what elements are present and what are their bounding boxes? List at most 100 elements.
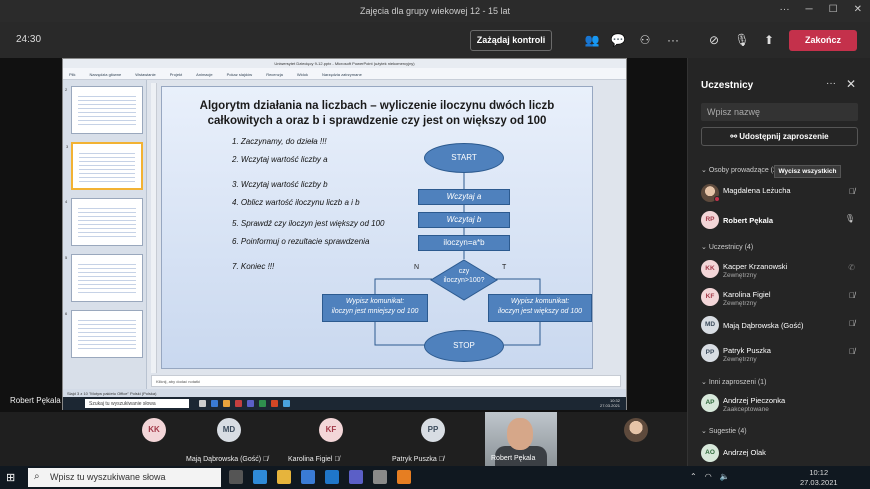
section-label: Osoby prowadzące (2) bbox=[708, 167, 780, 174]
flow-stop: STOP bbox=[424, 330, 504, 362]
slide-thumbnail[interactable]: 2 bbox=[65, 86, 143, 134]
panel-more-icon[interactable]: ··· bbox=[826, 78, 836, 89]
participant-row[interactable]: Magdalena Leżucha 🎙̸ bbox=[701, 182, 861, 206]
section-invited[interactable]: ⌄ Inni zaproszeni (1) bbox=[701, 378, 766, 386]
gallery-name-text: Patryk Puszka bbox=[392, 456, 437, 463]
participant-name: Kacper Krzanowski bbox=[723, 262, 788, 271]
gallery-tile[interactable]: MD Mają Dąbrowska (Gość) 🎙̸ bbox=[186, 414, 286, 464]
more-actions-icon[interactable]: ··· bbox=[665, 32, 681, 48]
mic-on-icon: 🎙 bbox=[844, 214, 855, 223]
mic-off-icon: 🎙̸ bbox=[334, 456, 340, 463]
slide-canvas[interactable]: Algorytm działania na liczbach – wylicze… bbox=[161, 86, 593, 369]
more-icon[interactable]: ··· bbox=[780, 4, 790, 15]
mute-all-button[interactable]: Wycisz wszystkich bbox=[774, 165, 841, 178]
rooms-icon[interactable]: ⚇ bbox=[637, 32, 653, 48]
share-icon[interactable]: ⬆ bbox=[761, 32, 777, 48]
section-participants[interactable]: ⌄ Uczestnicy (4) bbox=[701, 243, 753, 251]
flow-output-less: Wypisz komunikat: iloczyn jest mniejszy … bbox=[322, 294, 428, 322]
participant-row[interactable]: KK Kacper Krzanowski Zewnętrzny ✆ bbox=[701, 258, 861, 282]
participant-row[interactable]: AP Andrzej Pieczonka Zaakceptowane bbox=[701, 392, 861, 416]
participant-row[interactable]: KF Karolina Figiel Zewnętrzny 🎙̸ bbox=[701, 286, 861, 310]
notes-area[interactable]: Kliknij, aby dodać notatki bbox=[151, 375, 621, 387]
gallery-tile[interactable]: KF Karolina Figiel 🎙̸ bbox=[288, 414, 368, 464]
slide-thumbnail[interactable]: 4 bbox=[65, 198, 143, 246]
participant-row[interactable]: AO Andrzej Olak bbox=[701, 442, 861, 466]
ribbon-tab[interactable]: Widok bbox=[297, 72, 308, 79]
chat-icon[interactable]: 💬 bbox=[610, 32, 626, 48]
participant-row[interactable]: MD Mają Dąbrowska (Gość) 🎙̸ bbox=[701, 314, 861, 338]
taskbar-clock[interactable]: 10:12 27.03.2021 bbox=[800, 468, 838, 488]
camera-off-icon[interactable]: ⊘ bbox=[706, 32, 722, 48]
mail-icon[interactable] bbox=[325, 470, 339, 484]
gallery-tile[interactable] bbox=[624, 414, 654, 464]
minimize-icon[interactable]: ─ bbox=[806, 4, 813, 15]
leave-button[interactable]: Zakończ bbox=[789, 30, 857, 51]
presenter-video[interactable]: Robert Pękala bbox=[485, 412, 557, 466]
shared-clock-date: 27.03.2021 bbox=[599, 403, 620, 408]
teams-icon[interactable] bbox=[349, 470, 363, 484]
panel-close-icon[interactable]: ✕ bbox=[846, 77, 856, 91]
app-icon[interactable] bbox=[373, 470, 387, 484]
request-control-button[interactable]: Zażądaj kontroli bbox=[470, 30, 552, 51]
gallery-tile[interactable]: KK bbox=[142, 414, 172, 464]
windows-start-icon[interactable]: ⊞ bbox=[6, 471, 15, 484]
section-suggestions[interactable]: ⌄ Sugestie (4) bbox=[701, 427, 747, 435]
avatar: KK bbox=[701, 260, 719, 278]
app-icon bbox=[283, 400, 290, 407]
gallery-name: Mają Dąbrowska (Gość) 🎙̸ bbox=[186, 456, 268, 463]
video-gallery: KK MD Mają Dąbrowska (Gość) 🎙̸ KF Karoli… bbox=[0, 412, 687, 466]
app-icon bbox=[271, 400, 278, 407]
app-icon bbox=[211, 400, 218, 407]
avatar: PP bbox=[701, 344, 719, 362]
taskbar-search-input[interactable]: ⌕ Wpisz tu wyszukiwane słowa bbox=[28, 468, 221, 487]
task-view-icon[interactable] bbox=[229, 470, 243, 484]
participant-name: Andrzej Pieczonka bbox=[723, 396, 786, 405]
slide-thumbnail[interactable]: 6 bbox=[65, 310, 143, 358]
ribbon-tab[interactable]: Narzędzia główne bbox=[89, 72, 121, 79]
participants-icon[interactable]: 👥 bbox=[584, 32, 600, 48]
avatar: AP bbox=[701, 394, 719, 412]
volume-icon[interactable]: 🔈 bbox=[720, 472, 730, 481]
search-icon: ⌕ bbox=[34, 471, 40, 482]
chevron-up-icon[interactable]: ⌃ bbox=[690, 472, 697, 481]
ribbon-tab[interactable]: Narzędzia zatrzymane bbox=[322, 72, 362, 79]
mic-off-icon[interactable]: 🎙 bbox=[734, 32, 750, 48]
mic-off-icon: 🎙̸ bbox=[849, 291, 855, 300]
participant-name: Robert Pękala bbox=[723, 216, 774, 225]
participant-row[interactable]: PP Patryk Puszka Zewnętrzny 🎙̸ bbox=[701, 342, 861, 366]
window-titlebar: Zajęcia dla grupy wiekowej 12 - 15 lat ·… bbox=[0, 0, 870, 22]
close-window-icon[interactable]: ✕ bbox=[854, 4, 862, 15]
ribbon-tab[interactable]: Plik bbox=[69, 72, 75, 79]
slide-thumbnail-selected[interactable]: 3 bbox=[66, 142, 143, 190]
store-icon[interactable] bbox=[301, 470, 315, 484]
flowchart-connectors bbox=[374, 173, 541, 346]
maximize-icon[interactable]: ☐ bbox=[829, 4, 838, 15]
participant-status: Zaakceptowane bbox=[723, 406, 769, 413]
slide-thumbnail[interactable]: 5 bbox=[65, 254, 143, 302]
participant-row[interactable]: RP Robert Pękala 🎙 bbox=[701, 209, 861, 233]
gallery-tile[interactable]: PP Patryk Puszka 🎙̸ bbox=[390, 414, 470, 464]
decision-text: czy iloczyn>100? bbox=[430, 267, 498, 285]
ribbon-tab[interactable]: Animacje bbox=[196, 72, 212, 79]
section-label: Sugestie (4) bbox=[708, 428, 747, 435]
mic-off-icon: 🎙̸ bbox=[849, 319, 855, 328]
ribbon-tab[interactable]: Wstawianie bbox=[135, 72, 155, 79]
explorer-icon[interactable] bbox=[277, 470, 291, 484]
app-icon[interactable] bbox=[397, 470, 411, 484]
avatar: MD bbox=[217, 418, 241, 442]
ribbon-tab[interactable]: Recenzja bbox=[266, 72, 283, 79]
ribbon-tab[interactable]: Pokaz slajdów bbox=[227, 72, 253, 79]
app-icon bbox=[223, 400, 230, 407]
vertical-ruler bbox=[151, 83, 157, 373]
shared-screen: Uniwersytet Dziecięcy 9-12.pptx - Micros… bbox=[62, 58, 627, 410]
share-invite-label: Udostępnij zaproszenie bbox=[739, 132, 829, 141]
video-name: Robert Pękala bbox=[491, 455, 536, 462]
section-presenters[interactable]: ⌄ Osoby prowadzące (2) bbox=[701, 166, 779, 174]
ribbon-tab[interactable]: Projekt bbox=[170, 72, 182, 79]
mic-off-icon: 🎙̸ bbox=[849, 347, 855, 356]
edge-icon[interactable] bbox=[253, 470, 267, 484]
participant-search-input[interactable]: Wpisz nazwę bbox=[701, 103, 858, 121]
wifi-icon[interactable]: ◠ bbox=[705, 472, 712, 481]
shared-taskbar: Szukaj tu wyszukiwanie słowa 10:32 27.03… bbox=[63, 397, 626, 410]
share-invite-button[interactable]: ⚯ Udostępnij zaproszenie bbox=[701, 127, 858, 146]
